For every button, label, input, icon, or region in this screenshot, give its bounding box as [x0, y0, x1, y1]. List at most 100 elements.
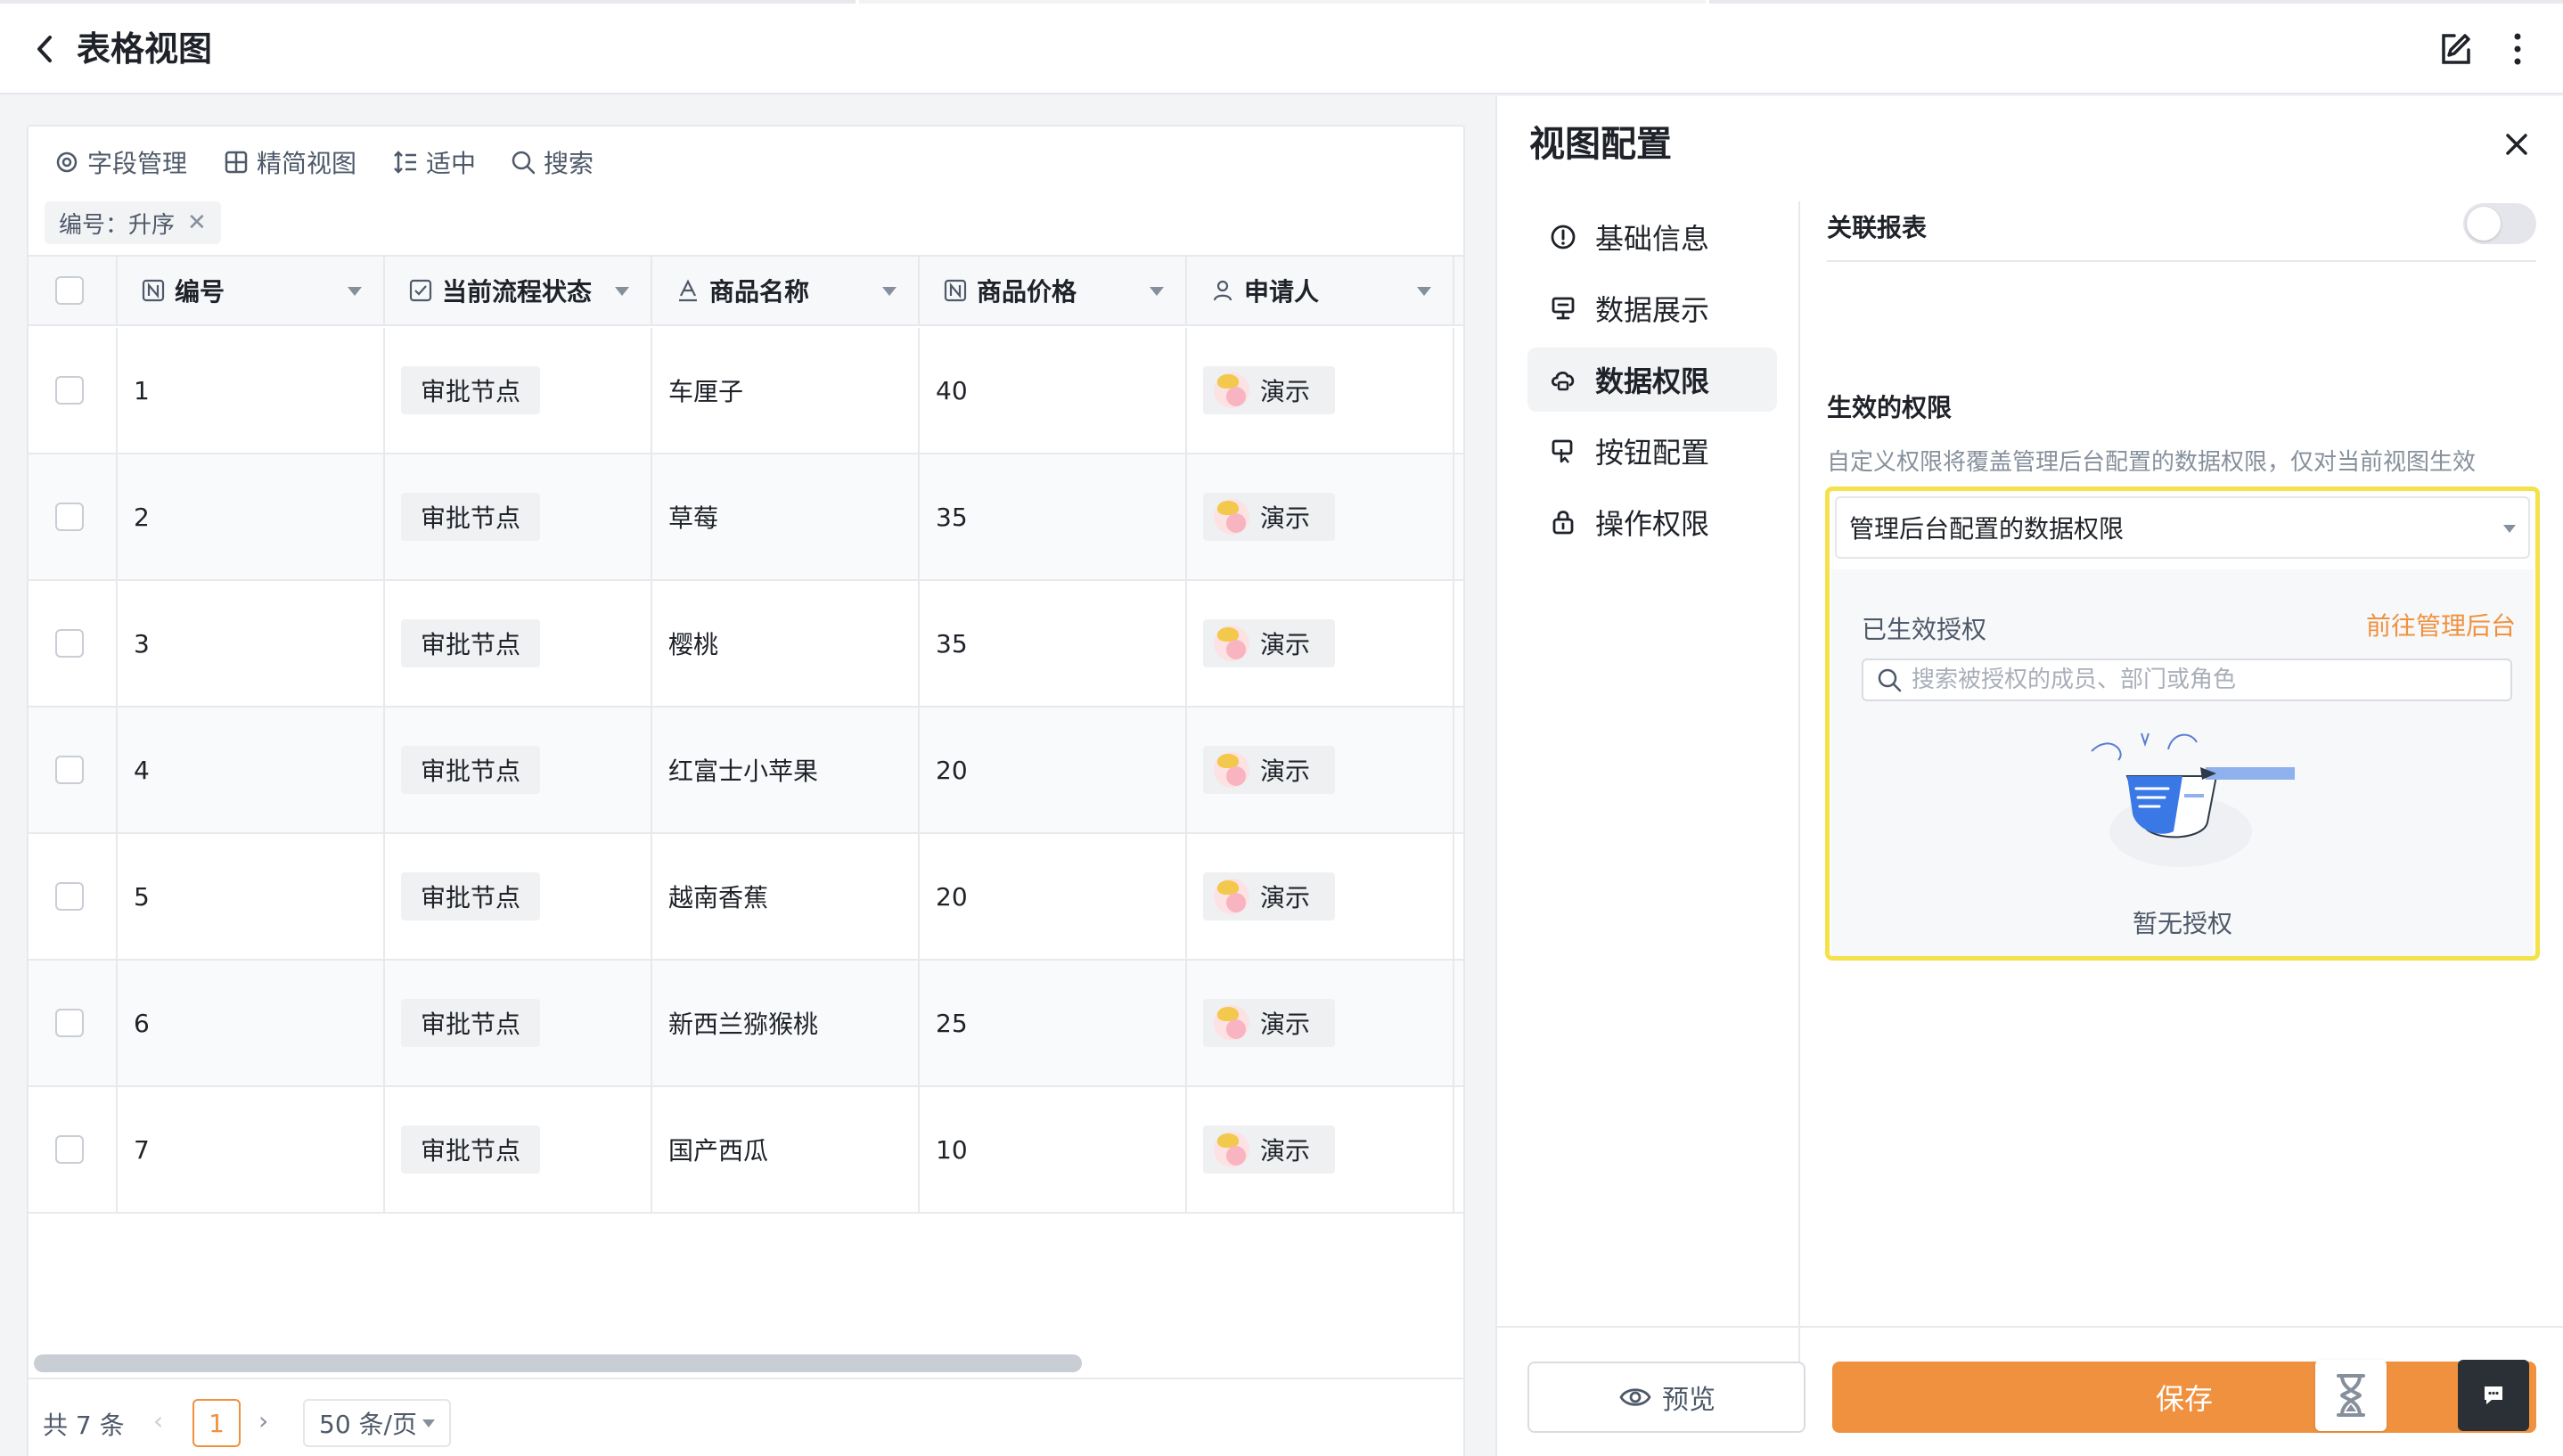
cell-name: 新西兰猕猴桃	[652, 961, 920, 1085]
toolbar-label: 精简视图	[257, 149, 357, 178]
sort-caret-icon[interactable]	[1417, 287, 1431, 296]
user-tag[interactable]: 演示	[1203, 1125, 1336, 1174]
loading-float-button[interactable]	[2315, 1360, 2387, 1431]
table-row[interactable]: 6 审批节点 新西兰猕猴桃 25 演示	[29, 961, 1463, 1087]
row-height-button[interactable]: 适中	[392, 144, 476, 180]
close-icon	[2506, 134, 2527, 155]
top-bar: 表格视图	[0, 0, 2563, 94]
search-button[interactable]: 搜索	[510, 144, 594, 180]
table-row[interactable]: 3 审批节点 樱桃 35 演示	[29, 581, 1463, 708]
select-all-checkbox[interactable]	[55, 276, 84, 305]
user-tag[interactable]: 演示	[1203, 619, 1336, 667]
edit-button[interactable]	[2433, 27, 2477, 71]
table-row[interactable]: 1 审批节点 车厘子 40 演示	[29, 328, 1463, 454]
sort-caret-icon[interactable]	[615, 287, 629, 296]
menu-item-data-permission[interactable]: 数据权限	[1527, 348, 1777, 412]
user-field-icon	[1213, 280, 1232, 301]
column-header-status[interactable]: 当前流程状态	[385, 257, 652, 324]
table-header: 编号 当前流程状态 商品名称 商品价格 申请人	[29, 255, 1463, 326]
chevron-left-icon	[37, 36, 52, 62]
row-select-cell	[29, 454, 118, 579]
granted-search-input[interactable]	[1912, 667, 2510, 693]
back-button[interactable]	[27, 27, 66, 71]
field-manage-button[interactable]: 字段管理	[53, 144, 187, 180]
sort-caret-icon[interactable]	[348, 287, 362, 296]
close-icon[interactable]: ✕	[187, 209, 207, 236]
table-row[interactable]: 7 审批节点 国产西瓜 10 演示	[29, 1087, 1463, 1214]
go-admin-link[interactable]: 前往管理后台	[2366, 607, 2516, 642]
sort-caret-icon[interactable]	[882, 287, 897, 296]
menu-item-label: 操作权限	[1595, 507, 1710, 541]
row-checkbox[interactable]	[55, 503, 84, 531]
cell-price: 35	[920, 581, 1187, 706]
compact-view-button[interactable]: 精简视图	[223, 144, 356, 180]
granted-title: 已生效授权	[1862, 615, 1987, 644]
menu-item-data-display[interactable]: 数据展示	[1527, 276, 1777, 340]
menu-item-label: 按钮配置	[1595, 436, 1710, 470]
close-button[interactable]	[2497, 125, 2536, 164]
page-size-select[interactable]: 50 条/页	[303, 1399, 451, 1447]
avatar	[1214, 372, 1249, 408]
empty-state-text: 暂无授权	[2132, 909, 2232, 938]
next-page-button[interactable]: ›	[258, 1406, 268, 1436]
cell-status: 审批节点	[385, 708, 652, 832]
chat-icon	[2485, 1386, 2502, 1404]
sort-caret-icon[interactable]	[1150, 287, 1164, 296]
cell-id: 7	[118, 1087, 385, 1212]
permission-select[interactable]: 管理后台配置的数据权限	[1835, 496, 2530, 559]
horizontal-scrollbar[interactable]	[34, 1354, 1082, 1372]
row-checkbox[interactable]	[55, 629, 84, 658]
menu-item-operation-permission[interactable]: 操作权限	[1527, 490, 1777, 554]
row-checkbox[interactable]	[55, 882, 84, 911]
prev-page-button[interactable]: ‹	[153, 1406, 163, 1436]
status-badge: 审批节点	[401, 999, 541, 1047]
row-checkbox[interactable]	[55, 1009, 84, 1037]
status-badge: 审批节点	[401, 619, 541, 667]
menu-item-button-config[interactable]: 按钮配置	[1527, 419, 1777, 483]
link-report-toggle[interactable]	[2463, 203, 2536, 244]
search-icon	[1878, 668, 1902, 692]
table-row[interactable]: 5 审批节点 越南香蕉 20 演示	[29, 834, 1463, 961]
granted-search	[1862, 658, 2512, 701]
cell-id: 6	[118, 961, 385, 1085]
chevron-down-icon	[2503, 525, 2516, 533]
lock-icon	[1552, 511, 1574, 535]
more-button[interactable]	[2495, 27, 2540, 71]
save-button[interactable]: 保存	[1832, 1362, 2536, 1433]
cell-text: 20	[936, 755, 968, 785]
user-tag[interactable]: 演示	[1203, 999, 1336, 1047]
user-tag[interactable]: 演示	[1203, 366, 1336, 414]
menu-item-basic-info[interactable]: 基础信息	[1527, 205, 1777, 269]
avatar	[1214, 752, 1249, 788]
chat-float-button[interactable]	[2458, 1360, 2529, 1431]
row-checkbox[interactable]	[55, 376, 84, 405]
column-header-name[interactable]: 商品名称	[652, 257, 920, 324]
preview-button[interactable]: 预览	[1527, 1362, 1806, 1433]
number-field-icon	[944, 279, 967, 302]
cell-text: 樱桃	[668, 630, 719, 659]
cell-text: 10	[936, 1134, 968, 1165]
text-field-icon	[679, 279, 697, 302]
row-checkbox[interactable]	[55, 756, 84, 784]
column-header-id[interactable]: 编号	[118, 257, 385, 324]
panel-divider	[1798, 201, 1800, 1395]
cell-applicant: 演示	[1187, 454, 1454, 579]
button-config-icon	[1552, 439, 1573, 463]
column-header-price[interactable]: 商品价格	[920, 257, 1187, 324]
permission-description: 自定义权限将覆盖管理后台配置的数据权限，仅对当前视图生效	[1827, 449, 2477, 476]
user-tag[interactable]: 演示	[1203, 746, 1336, 794]
table-toolbar: 字段管理 精简视图 适中 搜索	[29, 127, 1463, 198]
sort-filter-tag[interactable]: 编号：升序 ✕	[45, 201, 221, 244]
current-page-button[interactable]: 1	[192, 1399, 241, 1447]
table-row[interactable]: 4 审批节点 红富士小苹果 20 演示	[29, 708, 1463, 834]
row-select-cell	[29, 328, 118, 453]
cell-name: 国产西瓜	[652, 1087, 920, 1212]
table-row[interactable]: 2 审批节点 草莓 35 演示	[29, 454, 1463, 581]
toolbar-label: 搜索	[544, 149, 594, 178]
data-permission-icon	[1551, 372, 1575, 391]
cell-name: 红富士小苹果	[652, 708, 920, 832]
column-header-applicant[interactable]: 申请人	[1187, 257, 1454, 324]
row-checkbox[interactable]	[55, 1135, 84, 1164]
user-tag[interactable]: 演示	[1203, 493, 1336, 541]
user-tag[interactable]: 演示	[1203, 872, 1336, 920]
